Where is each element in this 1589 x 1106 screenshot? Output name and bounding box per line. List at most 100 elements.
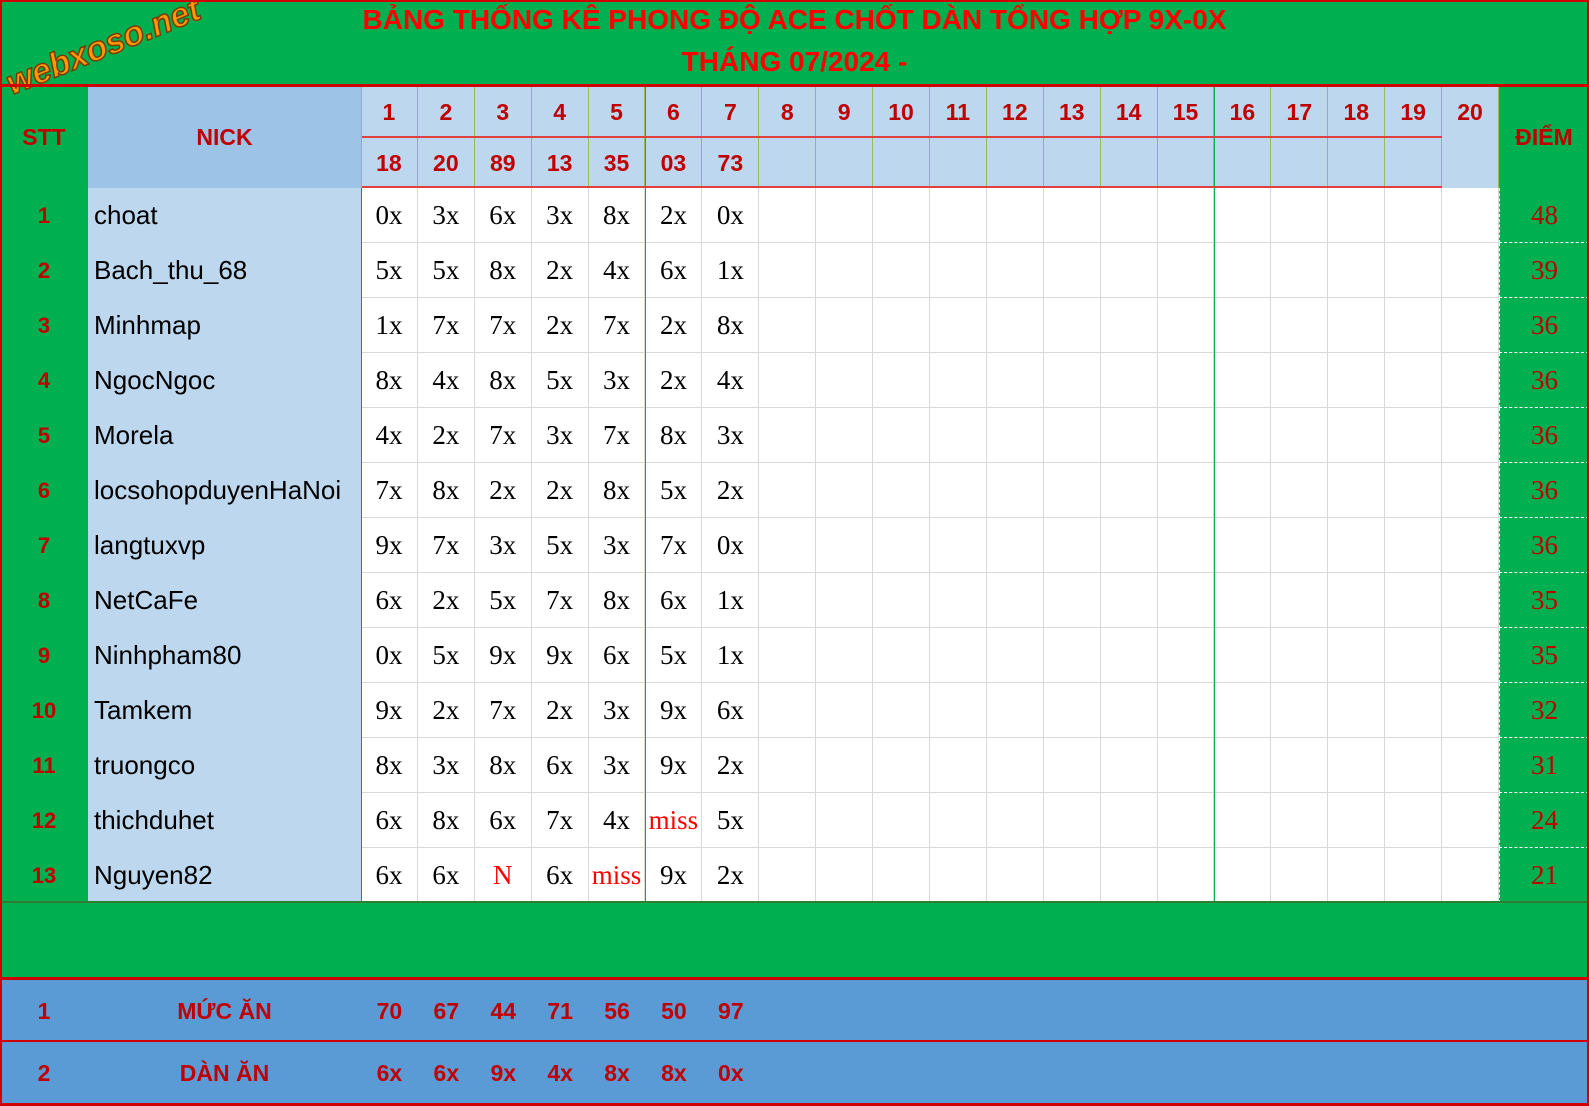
row-value: 7x: [588, 298, 646, 353]
row-value: [1271, 353, 1329, 408]
row-value: [873, 463, 930, 518]
row-value: [759, 793, 817, 848]
row-value: 5x: [531, 353, 589, 408]
row-value: [816, 408, 874, 463]
header-day: 4: [531, 87, 589, 138]
row-value: 8x: [474, 738, 532, 793]
row-value: [1328, 463, 1386, 518]
row-value: [1214, 408, 1272, 463]
row-value: [930, 408, 987, 463]
row-value: [1157, 573, 1215, 628]
row-value: [873, 518, 930, 573]
footer-value: 44: [490, 997, 517, 1024]
row-value: [1385, 683, 1443, 738]
row-value: [1442, 243, 1499, 298]
row-nick: locsohopduyenHaNoi: [88, 463, 361, 518]
row-value: 6x: [645, 243, 703, 298]
row-value: 6x: [361, 573, 418, 628]
row-value: [1214, 518, 1272, 573]
row-value: [1157, 793, 1215, 848]
row-value: [930, 463, 987, 518]
row-value: [1043, 408, 1101, 463]
row-value: [1100, 738, 1158, 793]
row-value: miss: [588, 848, 646, 903]
row-value: 6x: [417, 848, 475, 903]
row-value: [1271, 298, 1329, 353]
row-value: [1214, 243, 1272, 298]
row-value: [1385, 738, 1443, 793]
row-value: 8x: [588, 573, 646, 628]
footer-value: 4x: [547, 1059, 573, 1086]
header-result: 20: [417, 138, 475, 188]
row-score: 32: [1499, 683, 1589, 738]
row-value: 2x: [531, 298, 589, 353]
footer-value: 97: [718, 997, 744, 1024]
row-value: 8x: [474, 353, 532, 408]
header-result: [1328, 138, 1386, 188]
row-value: 3x: [588, 518, 646, 573]
row-value: 9x: [361, 518, 418, 573]
row-value: [873, 353, 930, 408]
footer-value: 56: [604, 997, 630, 1024]
row-stt: 12: [31, 807, 57, 833]
header-day: 15: [1157, 87, 1215, 138]
header-day: 10: [873, 87, 930, 138]
row-value: [1328, 298, 1386, 353]
row-value: [1271, 683, 1329, 738]
row-nick: Bach_thu_68: [88, 243, 361, 298]
row-value: [930, 683, 987, 738]
row-value: 3x: [417, 738, 475, 793]
row-value: [1157, 243, 1215, 298]
row-value: [816, 793, 874, 848]
row-value: [1100, 573, 1158, 628]
row-value: [1271, 188, 1329, 243]
header-result: [1043, 138, 1101, 188]
row-value: [1157, 353, 1215, 408]
row-value: [930, 573, 987, 628]
row-value: [1100, 463, 1158, 518]
row-stt: 9: [37, 642, 51, 668]
header-result: [816, 138, 874, 188]
row-score: 35: [1499, 628, 1589, 683]
row-value: [1157, 738, 1215, 793]
row-value: [986, 793, 1044, 848]
row-value: 2x: [531, 463, 589, 518]
row-value: [1328, 518, 1386, 573]
row-value: 4x: [702, 353, 760, 408]
row-value: [1043, 848, 1101, 903]
row-score: 36: [1499, 298, 1589, 353]
row-value: [930, 738, 987, 793]
row-value: [1214, 738, 1272, 793]
footer-value: 50: [661, 997, 687, 1024]
row-value: [1157, 848, 1215, 903]
row-value: [1271, 628, 1329, 683]
row-value: [1157, 188, 1215, 243]
row-value: [1043, 573, 1101, 628]
header-left-border: [361, 87, 362, 188]
row-value: [986, 188, 1044, 243]
row-value: [1214, 848, 1272, 903]
row-value: [986, 408, 1044, 463]
row-value: [1214, 188, 1272, 243]
header-result: [1271, 138, 1329, 188]
row-value: [1271, 573, 1329, 628]
row-value: [873, 573, 930, 628]
row-value: 7x: [531, 573, 589, 628]
row-value: [1043, 793, 1101, 848]
row-value: [1385, 408, 1443, 463]
row-value: miss: [645, 793, 703, 848]
row-value: [759, 518, 817, 573]
header-result: 03: [645, 138, 703, 188]
row-value: [986, 628, 1044, 683]
row-value: [1043, 188, 1101, 243]
row-value: [1100, 848, 1158, 903]
row-value: [873, 848, 930, 903]
row-value: [816, 683, 874, 738]
row-value: [1100, 518, 1158, 573]
header-day: 18: [1328, 87, 1386, 138]
frame-top: [0, 0, 1589, 2]
row-value: [1157, 683, 1215, 738]
row-value: 5x: [361, 243, 418, 298]
row-score: 39: [1499, 243, 1589, 298]
row-value: [1157, 518, 1215, 573]
